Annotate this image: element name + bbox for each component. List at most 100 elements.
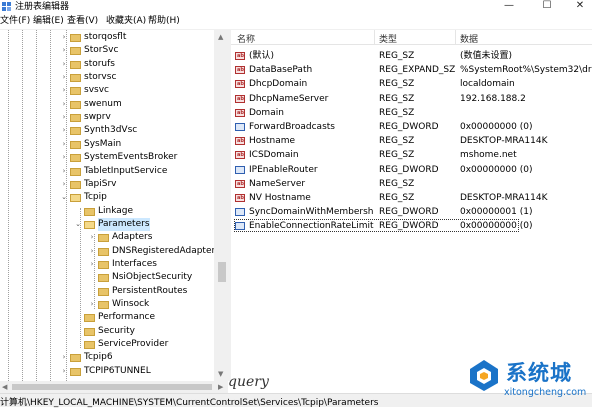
minimize-button[interactable]: — (489, 0, 529, 14)
value-row[interactable]: ab ICSDomain REG_SZ mshome.net (231, 148, 592, 162)
expand-arrow-icon[interactable]: › (60, 124, 68, 137)
value-row[interactable]: ab Domain REG_SZ (231, 106, 592, 120)
expand-arrow-icon[interactable]: › (60, 84, 68, 97)
value-row[interactable]: ab Hostname REG_SZ DESKTOP-MRA114K (231, 134, 592, 148)
expand-arrow-icon[interactable]: › (60, 351, 68, 364)
expand-arrow-icon[interactable]: › (60, 58, 68, 71)
tree-item[interactable]: › swprv (0, 111, 214, 124)
tree-item[interactable]: › storufs (0, 58, 214, 71)
expand-arrow-icon[interactable]: › (88, 258, 96, 271)
menu-favorites[interactable]: 收藏夹(A) (106, 16, 146, 27)
value-type: REG_SZ (379, 136, 415, 147)
tree-item[interactable]: Linkage (0, 205, 214, 218)
folder-icon (70, 114, 81, 123)
expand-arrow-icon[interactable]: › (60, 165, 68, 178)
tree-item[interactable]: › TapiSrv (0, 178, 214, 191)
tree-item-label: Security (98, 325, 135, 336)
tree-item[interactable]: › swenum (0, 98, 214, 111)
folder-icon (84, 220, 95, 229)
value-type: REG_SZ (379, 193, 415, 203)
value-row[interactable]: ab NV Hostname REG_SZ DESKTOP-MRA114K (231, 191, 592, 205)
tree-item[interactable]: PersistentRoutes (0, 285, 214, 298)
tree-item[interactable]: › SystemEventsBroker (0, 151, 214, 164)
menu-help[interactable]: 帮助(H) (148, 16, 180, 27)
scroll-up-icon[interactable]: ▲ (218, 33, 223, 41)
value-data: %SystemRoot%\System32\drivers\ (460, 65, 592, 76)
folder-icon (70, 154, 81, 163)
expand-arrow-icon[interactable]: › (88, 245, 96, 258)
expand-arrow-icon[interactable]: › (60, 365, 68, 378)
expand-arrow-icon[interactable]: › (60, 111, 68, 124)
expand-arrow-icon[interactable]: › (60, 151, 68, 164)
tree-item[interactable]: › Synth3dVsc (0, 124, 214, 137)
column-header-type[interactable]: 类型 (379, 32, 397, 45)
tree-item[interactable]: › storvsc (0, 71, 214, 84)
value-row[interactable]: SyncDomainWithMembership REG_DWORD 0x00000… (231, 205, 592, 219)
value-name: DhcpNameServer (249, 93, 329, 104)
tree-hscroll-thumb[interactable] (12, 384, 212, 390)
tree-item[interactable]: › DNSRegisteredAdapters (0, 245, 214, 258)
value-row[interactable]: ab DhcpNameServer REG_SZ 192.168.188.2 (231, 92, 592, 106)
expand-arrow-icon[interactable]: › (88, 298, 96, 311)
expand-arrow-icon[interactable]: › (60, 178, 68, 191)
expand-arrow-icon[interactable]: › (88, 231, 96, 244)
expand-arrow-icon[interactable]: › (60, 31, 68, 44)
tree-scroll-thumb[interactable] (218, 262, 226, 282)
folder-icon (70, 47, 81, 56)
expand-arrow-icon[interactable]: › (60, 44, 68, 57)
dword-value-icon (235, 208, 245, 217)
tree-item-label: Interfaces (112, 258, 157, 269)
menu-edit[interactable]: 编辑(E) (33, 16, 64, 27)
value-row[interactable]: ab DataBasePath REG_EXPAND_SZ %SystemRoot%\… (231, 63, 592, 77)
tree-item[interactable]: Performance (0, 311, 214, 324)
folder-icon (98, 247, 109, 256)
folder-icon (70, 367, 81, 376)
tree-item-label: Adapters (112, 232, 153, 243)
tree-item[interactable]: › Interfaces (0, 258, 214, 271)
tree-item[interactable]: › SysMain (0, 138, 214, 151)
value-row[interactable]: ab NameServer REG_SZ (231, 177, 592, 191)
value-row[interactable]: ab (默认) REG_SZ (数值未设置) (231, 49, 592, 63)
tree-item[interactable]: › TCPIP6TUNNEL (0, 365, 214, 378)
collapse-arrow-icon[interactable]: ⌄ (74, 218, 82, 231)
key-tree[interactable]: › storqosflt › StorSvc › storufs › storvsc › svsv… (0, 30, 214, 381)
tree-item[interactable]: › Winsock (0, 298, 214, 311)
value-row[interactable]: EnableConnectionRateLimiting REG_DWORD 0x0… (231, 219, 592, 233)
tree-item[interactable]: › StorSvc (0, 44, 214, 57)
value-type: REG_DWORD (379, 164, 439, 175)
value-name: Hostname (249, 136, 296, 147)
tree-item[interactable]: ServiceProvider (0, 338, 214, 351)
status-path: 计算机\HKEY_LOCAL_MACHINE\SYSTEM\CurrentCon… (0, 398, 379, 408)
menu-file[interactable]: 文件(F) (0, 16, 30, 27)
tree-vertical-scrollbar[interactable] (214, 30, 228, 381)
folder-icon (98, 301, 109, 309)
value-name: (默认) (249, 51, 275, 61)
scroll-right-icon[interactable]: ▶ (218, 383, 223, 391)
tree-item[interactable]: Security (0, 325, 214, 338)
expand-arrow-icon[interactable]: › (60, 98, 68, 111)
column-header-data[interactable]: 数据 (460, 32, 478, 45)
tree-item[interactable]: › Tcpip6 (0, 351, 214, 364)
tree-item[interactable]: › storqosflt (0, 31, 214, 44)
string-value-icon: ab (235, 194, 245, 202)
value-row[interactable]: ab DhcpDomain REG_SZ localdomain (231, 77, 592, 91)
collapse-arrow-icon[interactable]: ⌄ (60, 191, 68, 204)
value-name: DhcpDomain (249, 79, 308, 90)
scroll-down-icon[interactable]: ▼ (218, 370, 223, 378)
column-header-name[interactable]: 名称 (237, 32, 255, 45)
close-button[interactable]: ✕ (560, 0, 592, 14)
tree-item[interactable]: › svsvc (0, 84, 214, 97)
tree-item[interactable]: NsiObjectSecurity (0, 271, 214, 284)
expand-arrow-icon[interactable]: › (60, 138, 68, 151)
value-row[interactable]: ForwardBroadcasts REG_DWORD 0x00000000 (0) (231, 120, 592, 134)
tree-item[interactable]: ⌄ Tcpip (0, 191, 214, 204)
value-list: 名称 类型 数据 ab (默认) REG_SZ (数值未设置) ab DataBasePa… (231, 30, 592, 381)
expand-arrow-icon[interactable]: › (60, 71, 68, 84)
value-row[interactable]: IPEnableRouter REG_DWORD 0x00000000 (0) (231, 163, 592, 177)
menu-view[interactable]: 查看(V) (67, 16, 98, 27)
tree-item[interactable]: ⌄ Parameters (0, 217, 214, 231)
tree-item-label: TabletInputService (84, 165, 168, 176)
scroll-left-icon[interactable]: ◀ (2, 383, 7, 391)
tree-item[interactable]: › Adapters (0, 231, 214, 244)
tree-item[interactable]: › TabletInputService (0, 165, 214, 178)
